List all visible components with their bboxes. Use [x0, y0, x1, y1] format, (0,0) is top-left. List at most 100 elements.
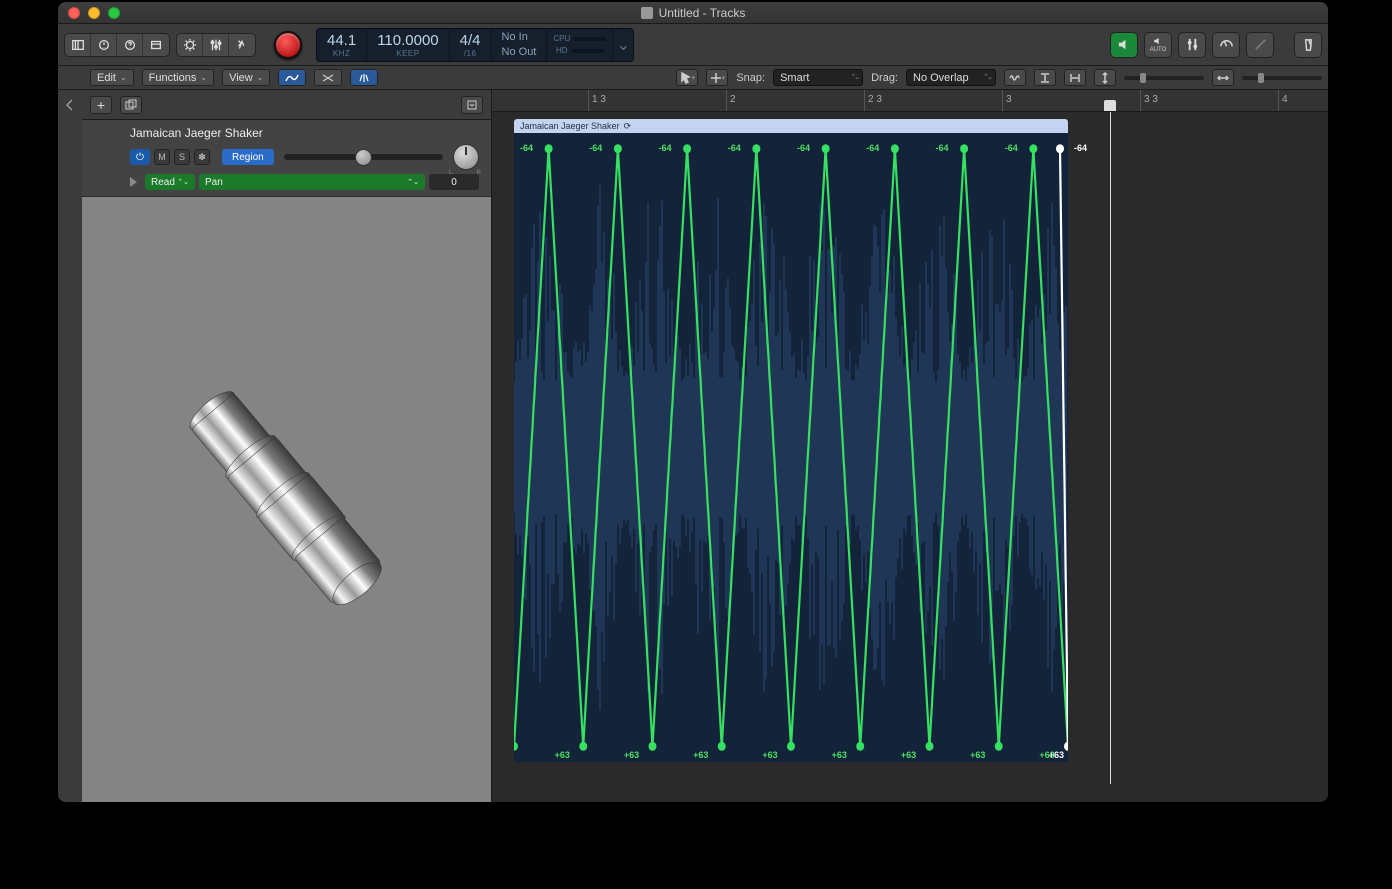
- power-button[interactable]: ⏻: [130, 149, 150, 165]
- lcd-performance[interactable]: CPU HD: [547, 29, 613, 61]
- auto-button[interactable]: AUTO: [1144, 32, 1172, 58]
- editors-button[interactable]: [229, 34, 255, 56]
- timeline-ruler[interactable]: 1 3 2 2 3 3 3 3 4: [492, 90, 1328, 112]
- automation-point-label: +63: [693, 750, 708, 760]
- ruler-mark: 3: [1002, 90, 1012, 111]
- metronome-button[interactable]: [1294, 32, 1322, 58]
- titlebar: Untitled - Tracks: [58, 2, 1328, 24]
- waveform-area[interactable]: Jamaican Jaeger Shaker⟳ -64 -64 -64 -64 -64 -…: [492, 112, 1328, 784]
- playhead[interactable]: [1110, 112, 1111, 784]
- vzoom-button[interactable]: [1094, 69, 1116, 86]
- functions-menu[interactable]: Functions⌄: [142, 69, 214, 86]
- track-inspector: + Jamaican Jaeger Shaker ⏻ M S ✽ Region …: [82, 90, 492, 802]
- pan-knob[interactable]: [453, 144, 479, 170]
- lcd-tempo[interactable]: 110.0000 KEEP: [367, 29, 449, 61]
- automation-param-select[interactable]: Pan⌃⌄: [199, 174, 425, 190]
- view-menu[interactable]: View⌄: [222, 69, 270, 86]
- region-mode-button[interactable]: Region: [222, 149, 274, 165]
- automation-point-label: +63: [555, 750, 570, 760]
- lcd-io[interactable]: No In No Out: [492, 29, 548, 61]
- minimize-icon[interactable]: [88, 7, 100, 19]
- edit-menu[interactable]: Edit⌄: [90, 69, 134, 86]
- tuner-button[interactable]: [1212, 32, 1240, 58]
- hzoom-button[interactable]: [1212, 69, 1234, 86]
- solo-button[interactable]: S: [174, 149, 190, 165]
- mixer-button[interactable]: [203, 34, 229, 56]
- automation-point-label: -64: [520, 143, 533, 153]
- playhead-handle[interactable]: [1104, 100, 1116, 112]
- smart-controls-button[interactable]: [177, 34, 203, 56]
- ruler-mark: 1 3: [588, 90, 606, 111]
- hfit-button[interactable]: [1064, 69, 1086, 86]
- flex-button[interactable]: [314, 69, 342, 86]
- main-toolbar: 44.1 KHZ 110.0000 KEEP 4/4 /16 No In No …: [58, 24, 1328, 66]
- automation-point-label: -64: [866, 143, 879, 153]
- automation-point-label: +63: [762, 750, 777, 760]
- count-in-button[interactable]: [1178, 32, 1206, 58]
- inspector-button[interactable]: [91, 34, 117, 56]
- duplicate-track-button[interactable]: [120, 96, 142, 114]
- automation-curve-button[interactable]: [278, 69, 306, 86]
- alt-tool[interactable]: ▾: [706, 69, 728, 86]
- waveform-zoom-button[interactable]: [1004, 69, 1026, 86]
- track-header[interactable]: Jamaican Jaeger Shaker ⏻ M S ✽ Region L …: [82, 120, 491, 197]
- freeze-button[interactable]: ✽: [194, 149, 210, 165]
- marquee-button[interactable]: [350, 69, 378, 86]
- automation-mode-select[interactable]: Read⌃⌄: [145, 174, 195, 190]
- ruler-mark: 2 3: [864, 90, 882, 111]
- loop-icon: ⟳: [624, 121, 632, 132]
- add-track-button[interactable]: +: [90, 96, 112, 114]
- library-button[interactable]: [65, 34, 91, 56]
- ruler-mark: 3 3: [1140, 90, 1158, 111]
- track-name[interactable]: Jamaican Jaeger Shaker: [130, 126, 479, 140]
- toolbar-button[interactable]: [143, 34, 169, 56]
- ruler-mark: 4: [1278, 90, 1288, 111]
- left-gutter: [58, 90, 82, 802]
- lcd-sample-rate[interactable]: 44.1 KHZ: [317, 29, 367, 61]
- snap-label: Snap:: [736, 72, 765, 84]
- automation-point-label: +63: [970, 750, 985, 760]
- automation-point-label: -64: [728, 143, 741, 153]
- hzoom-slider[interactable]: [1242, 76, 1322, 80]
- audio-region[interactable]: Jamaican Jaeger Shaker⟳ -64 -64 -64 -64 -64 -…: [514, 119, 1068, 762]
- editor-menubar: Edit⌄ Functions⌄ View⌄ ▾ ▾ Snap: Smart D…: [58, 66, 1328, 90]
- help-button[interactable]: [117, 34, 143, 56]
- document-icon: [641, 7, 653, 19]
- automation-point-label: +63: [832, 750, 847, 760]
- vzoom-slider[interactable]: [1124, 76, 1204, 80]
- automation-point-label: -64: [659, 143, 672, 153]
- lcd-menu-icon[interactable]: ⌄: [613, 29, 633, 61]
- automation-point-label: -64: [936, 143, 949, 153]
- app-window: Untitled - Tracks 44.1 KHZ 110.0000 KEEP: [58, 2, 1328, 802]
- master-volume-button[interactable]: [1110, 32, 1138, 58]
- drag-label: Drag:: [871, 72, 898, 84]
- back-arrow-icon[interactable]: [63, 98, 77, 112]
- shaker-icon: [103, 316, 469, 682]
- automation-point-label: -64: [1005, 143, 1018, 153]
- zoom-icon[interactable]: [108, 7, 120, 19]
- automation-point-label: +63: [901, 750, 916, 760]
- close-icon[interactable]: [68, 7, 80, 19]
- snap-select[interactable]: Smart: [773, 69, 863, 86]
- automation-point-label: -64: [797, 143, 810, 153]
- automation-point-label: -64: [1074, 143, 1087, 153]
- record-button[interactable]: [274, 31, 302, 59]
- loop-button[interactable]: [1246, 32, 1274, 58]
- ruler-mark: 2: [726, 90, 736, 111]
- window-title: Untitled - Tracks: [58, 6, 1328, 20]
- automation-value[interactable]: 0: [429, 174, 479, 190]
- lcd-display: 44.1 KHZ 110.0000 KEEP 4/4 /16 No In No …: [316, 28, 634, 62]
- automation-point-label: +63: [624, 750, 639, 760]
- automation-point-label: +63: [1049, 750, 1064, 760]
- lcd-time-signature[interactable]: 4/4 /16: [450, 29, 492, 61]
- automation-disclosure-icon[interactable]: [130, 177, 137, 187]
- bottom-strip: [492, 784, 1328, 802]
- volume-slider[interactable]: [284, 154, 443, 160]
- mute-button[interactable]: M: [154, 149, 170, 165]
- automation-point-label: -64: [589, 143, 602, 153]
- region-header[interactable]: Jamaican Jaeger Shaker⟳: [514, 119, 1068, 133]
- drag-select[interactable]: No Overlap: [906, 69, 996, 86]
- vfit-button[interactable]: [1034, 69, 1056, 86]
- track-list-menu-button[interactable]: [461, 96, 483, 114]
- pointer-tool[interactable]: ▾: [676, 69, 698, 86]
